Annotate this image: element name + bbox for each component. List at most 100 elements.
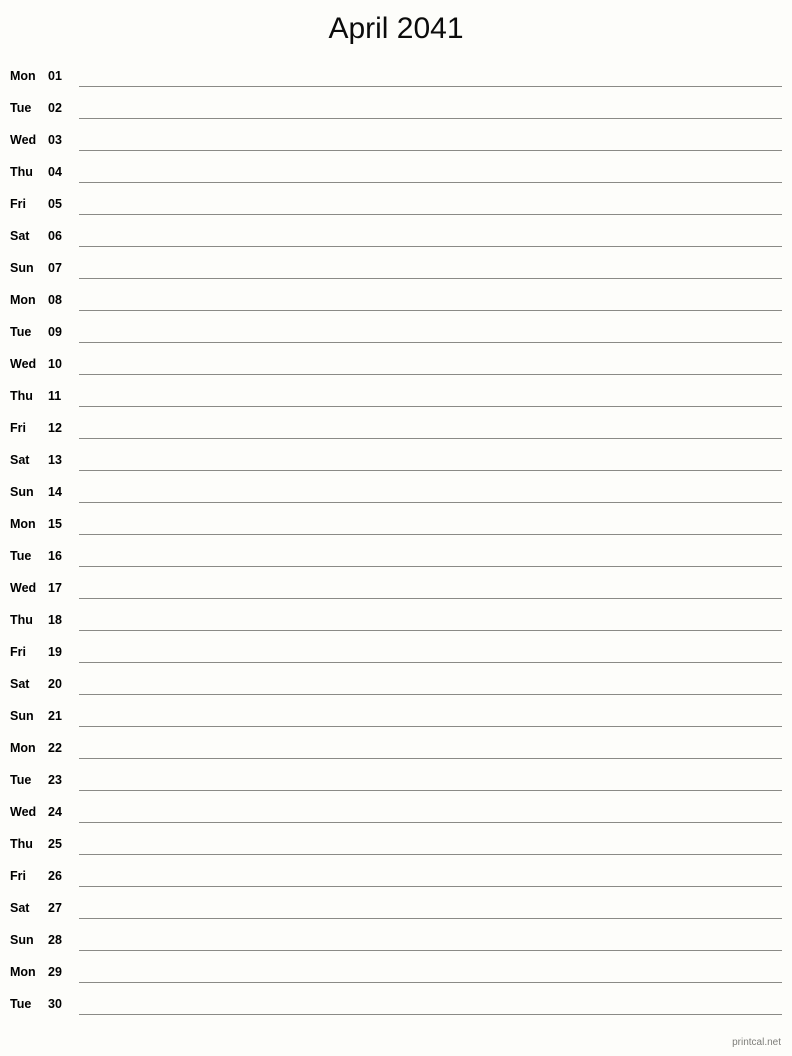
day-weekday-label: Sun — [10, 485, 34, 499]
day-number-label: 23 — [48, 773, 62, 787]
day-row[interactable]: Wed 24 — [0, 796, 792, 828]
day-row[interactable]: Wed 10 — [0, 348, 792, 380]
day-row[interactable]: Mon 22 — [0, 732, 792, 764]
day-number-label: 05 — [48, 197, 62, 211]
day-writing-line[interactable] — [79, 246, 782, 247]
day-writing-line[interactable] — [79, 566, 782, 567]
day-row[interactable]: Tue 16 — [0, 540, 792, 572]
day-weekday-label: Sat — [10, 677, 30, 691]
day-number-label: 02 — [48, 101, 62, 115]
day-writing-line[interactable] — [79, 982, 782, 983]
day-number-label: 24 — [48, 805, 62, 819]
day-weekday-label: Tue — [10, 773, 32, 787]
day-row[interactable]: Thu 25 — [0, 828, 792, 860]
day-weekday-label: Tue — [10, 997, 32, 1011]
day-weekday-label: Wed — [10, 581, 37, 595]
day-row[interactable]: Wed 17 — [0, 572, 792, 604]
day-number-label: 11 — [48, 389, 62, 403]
day-row[interactable]: Tue 02 — [0, 92, 792, 124]
day-writing-line[interactable] — [79, 630, 782, 631]
day-number-label: 08 — [48, 293, 62, 307]
day-row[interactable]: Mon 29 — [0, 956, 792, 988]
day-number-label: 20 — [48, 677, 62, 691]
day-row[interactable]: Sat 13 — [0, 444, 792, 476]
day-number-label: 03 — [48, 133, 62, 147]
day-writing-line[interactable] — [79, 950, 782, 951]
day-row[interactable]: Tue 23 — [0, 764, 792, 796]
day-row[interactable]: Mon 08 — [0, 284, 792, 316]
day-weekday-label: Thu — [10, 613, 33, 627]
day-weekday-label: Mon — [10, 517, 36, 531]
day-row[interactable]: Thu 11 — [0, 380, 792, 412]
day-row[interactable]: Mon 15 — [0, 508, 792, 540]
day-writing-line[interactable] — [79, 182, 782, 183]
day-row[interactable]: Thu 04 — [0, 156, 792, 188]
day-writing-line[interactable] — [79, 534, 782, 535]
day-weekday-label: Thu — [10, 837, 33, 851]
day-writing-line[interactable] — [79, 406, 782, 407]
day-weekday-label: Sat — [10, 453, 30, 467]
day-row[interactable]: Tue 30 — [0, 988, 792, 1020]
day-writing-line[interactable] — [79, 758, 782, 759]
day-weekday-label: Fri — [10, 197, 26, 211]
day-writing-line[interactable] — [79, 790, 782, 791]
day-writing-line[interactable] — [79, 470, 782, 471]
day-weekday-label: Sat — [10, 229, 30, 243]
day-writing-line[interactable] — [79, 822, 782, 823]
day-writing-line[interactable] — [79, 694, 782, 695]
day-writing-line[interactable] — [79, 662, 782, 663]
day-row[interactable]: Tue 09 — [0, 316, 792, 348]
calendar-page: April 2041 Mon 01 Tue 02 Wed 03 Thu 04 Fri 05 Sat 0… — [0, 0, 792, 1056]
day-writing-line[interactable] — [79, 854, 782, 855]
day-number-label: 16 — [48, 549, 62, 563]
day-row[interactable]: Sat 20 — [0, 668, 792, 700]
day-writing-line[interactable] — [79, 118, 782, 119]
day-number-label: 17 — [48, 581, 62, 595]
day-weekday-label: Mon — [10, 293, 36, 307]
day-weekday-label: Fri — [10, 421, 26, 435]
day-writing-line[interactable] — [79, 342, 782, 343]
day-writing-line[interactable] — [79, 726, 782, 727]
day-writing-line[interactable] — [79, 1014, 782, 1015]
footer-attribution: printcal.net — [732, 1037, 781, 1048]
day-row[interactable]: Sun 21 — [0, 700, 792, 732]
day-writing-line[interactable] — [79, 278, 782, 279]
day-number-label: 19 — [48, 645, 62, 659]
day-row[interactable]: Thu 18 — [0, 604, 792, 636]
day-row[interactable]: Sun 14 — [0, 476, 792, 508]
day-writing-line[interactable] — [79, 598, 782, 599]
page-title: April 2041 — [328, 12, 464, 45]
day-writing-line[interactable] — [79, 310, 782, 311]
day-row[interactable]: Fri 12 — [0, 412, 792, 444]
day-row[interactable]: Fri 05 — [0, 188, 792, 220]
day-row[interactable]: Wed 03 — [0, 124, 792, 156]
day-weekday-label: Tue — [10, 101, 32, 115]
day-number-label: 14 — [48, 485, 62, 499]
day-writing-line[interactable] — [79, 502, 782, 503]
day-number-label: 28 — [48, 933, 62, 947]
day-number-label: 27 — [48, 901, 62, 915]
day-weekday-label: Wed — [10, 133, 37, 147]
day-number-label: 13 — [48, 453, 62, 467]
day-row[interactable]: Sat 27 — [0, 892, 792, 924]
day-writing-line[interactable] — [79, 438, 782, 439]
day-row[interactable]: Sun 07 — [0, 252, 792, 284]
day-writing-line[interactable] — [79, 918, 782, 919]
day-weekday-label: Sat — [10, 901, 30, 915]
day-row[interactable]: Sun 28 — [0, 924, 792, 956]
day-row[interactable]: Mon 01 — [0, 60, 792, 92]
day-number-label: 25 — [48, 837, 62, 851]
day-number-label: 30 — [48, 997, 62, 1011]
day-writing-line[interactable] — [79, 374, 782, 375]
day-writing-line[interactable] — [79, 214, 782, 215]
day-writing-line[interactable] — [79, 86, 782, 87]
day-weekday-label: Tue — [10, 325, 32, 339]
day-number-label: 12 — [48, 421, 62, 435]
day-writing-line[interactable] — [79, 886, 782, 887]
day-row[interactable]: Fri 26 — [0, 860, 792, 892]
day-row[interactable]: Fri 19 — [0, 636, 792, 668]
day-writing-line[interactable] — [79, 150, 782, 151]
day-list: Mon 01 Tue 02 Wed 03 Thu 04 Fri 05 Sat 06 Sun 07 Mon 08… — [0, 60, 792, 1020]
day-row[interactable]: Sat 06 — [0, 220, 792, 252]
day-weekday-label: Mon — [10, 965, 36, 979]
